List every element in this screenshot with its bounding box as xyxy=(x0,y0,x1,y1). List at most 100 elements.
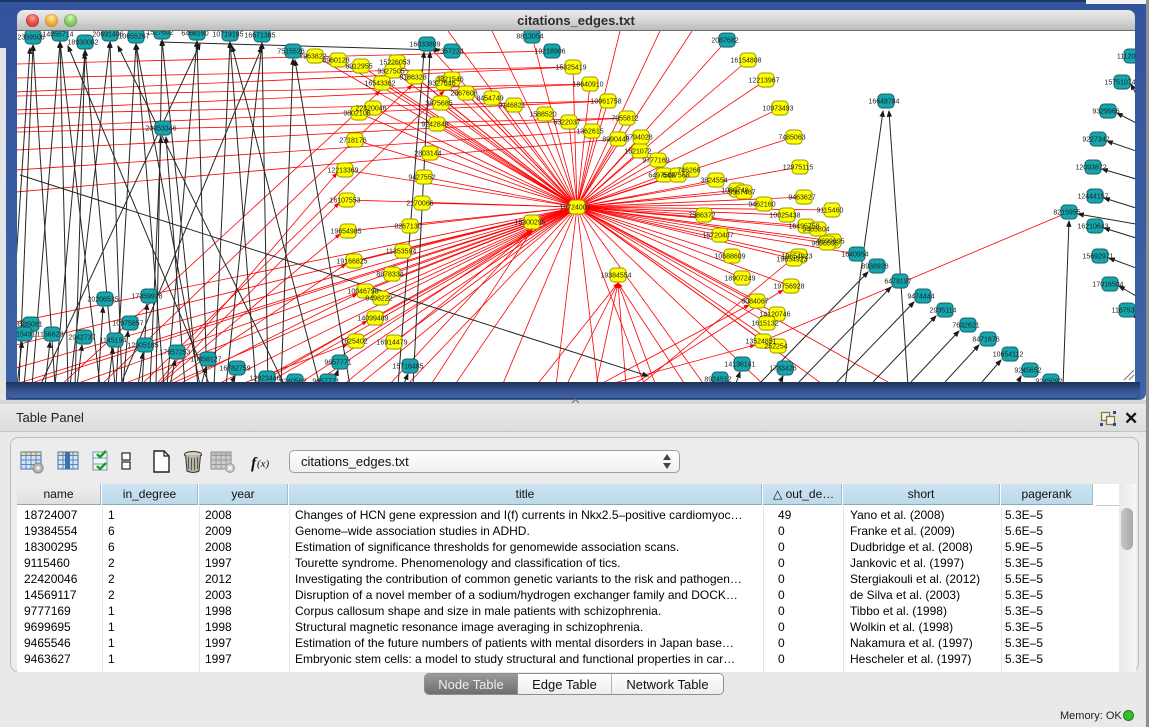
svg-text:9245652: 9245652 xyxy=(1014,368,1041,375)
svg-text:9463627: 9463627 xyxy=(788,195,815,202)
svg-text:12923446: 12923446 xyxy=(249,376,280,383)
svg-text:9462160: 9462160 xyxy=(748,202,775,209)
svg-text:12213967: 12213967 xyxy=(748,78,779,85)
svg-text:19654923: 19654923 xyxy=(776,257,807,264)
svg-text:9427552: 9427552 xyxy=(408,175,435,182)
svg-text:16648784: 16648784 xyxy=(868,99,899,106)
svg-text:16107553: 16107553 xyxy=(329,198,360,205)
svg-text:7357224: 7357224 xyxy=(436,49,463,56)
svg-text:8186328: 8186328 xyxy=(399,75,426,82)
svg-text:9367487: 9367487 xyxy=(728,190,755,197)
svg-text:2803144: 2803144 xyxy=(414,151,441,158)
svg-text:16914479: 16914479 xyxy=(376,340,407,347)
svg-text:10655267: 10655267 xyxy=(118,34,149,41)
svg-text:9657771: 9657771 xyxy=(324,360,351,367)
svg-text:12975115: 12975115 xyxy=(783,165,814,172)
svg-text:12213369: 12213369 xyxy=(327,168,358,175)
svg-text:8924512: 8924512 xyxy=(704,377,731,383)
svg-text:1733426: 1733426 xyxy=(769,366,796,373)
svg-text:1527602: 1527602 xyxy=(146,31,173,37)
svg-text:7955812: 7955812 xyxy=(611,116,638,123)
svg-text:6479197: 6479197 xyxy=(884,279,911,286)
svg-text:19654985: 19654985 xyxy=(330,229,361,236)
svg-text:15751074: 15751074 xyxy=(1104,80,1135,87)
svg-text:6794028: 6794028 xyxy=(625,135,652,142)
svg-text:6466160: 6466160 xyxy=(181,31,208,38)
svg-text:2170066: 2170066 xyxy=(406,201,433,208)
svg-text:8938928: 8938928 xyxy=(861,264,888,271)
svg-text:746266: 746266 xyxy=(677,168,700,175)
svg-text:1362615: 1362615 xyxy=(576,129,603,136)
svg-text:1615132: 1615132 xyxy=(751,321,778,328)
svg-text:19166825: 19166825 xyxy=(336,259,367,266)
svg-text:8535081: 8535081 xyxy=(17,322,43,329)
svg-text:11353594: 11353594 xyxy=(386,249,417,256)
svg-text:9245092: 9245092 xyxy=(1035,379,1062,383)
svg-text:16543362: 16543362 xyxy=(364,81,395,88)
svg-text:14120746: 14120746 xyxy=(759,312,790,319)
svg-text:1640954: 1640954 xyxy=(841,252,868,259)
svg-text:10958127: 10958127 xyxy=(190,357,221,364)
svg-text:9465804: 9465804 xyxy=(802,227,829,234)
svg-text:14136141: 14136141 xyxy=(724,362,755,369)
svg-text:9915491: 9915491 xyxy=(17,332,36,339)
svg-text:8912955: 8912955 xyxy=(345,64,372,71)
svg-text:252254: 252254 xyxy=(764,344,787,351)
svg-text:2935114: 2935114 xyxy=(930,308,957,315)
svg-text:3824554: 3824554 xyxy=(700,178,727,185)
svg-text:7625402: 7625402 xyxy=(340,339,367,346)
svg-text:9498222: 9498222 xyxy=(365,296,392,303)
svg-text:1621072: 1621072 xyxy=(624,149,651,156)
svg-text:20206535: 20206535 xyxy=(87,297,118,304)
svg-text:2867608: 2867608 xyxy=(450,91,477,98)
svg-text:18640910: 18640910 xyxy=(572,82,603,89)
svg-text:2087682: 2087682 xyxy=(711,38,738,45)
svg-text:8454749: 8454749 xyxy=(476,96,503,103)
svg-text:18724007: 18724007 xyxy=(559,205,590,212)
svg-text:7485063: 7485063 xyxy=(778,135,805,142)
svg-text:14055714: 14055714 xyxy=(42,32,73,39)
svg-text:19218906: 19218906 xyxy=(534,49,565,56)
svg-text:20053346: 20053346 xyxy=(145,126,176,133)
svg-text:8215955: 8215955 xyxy=(1053,210,1080,217)
svg-text:18300295: 18300295 xyxy=(514,220,545,227)
svg-text:10719185: 10719185 xyxy=(212,32,243,39)
svg-text:12444157: 12444157 xyxy=(1077,194,1108,201)
svg-text:9329966: 9329966 xyxy=(1092,109,1119,116)
svg-text:9240562: 9240562 xyxy=(279,379,306,383)
svg-text:15716485: 15716485 xyxy=(392,364,423,371)
svg-text:16210643: 16210643 xyxy=(1077,224,1108,231)
svg-text:12093872: 12093872 xyxy=(1075,165,1106,172)
svg-text:15325419: 15325419 xyxy=(555,65,586,72)
svg-text:8267130: 8267130 xyxy=(394,224,421,231)
svg-text:9696595: 9696595 xyxy=(811,241,838,248)
svg-text:17016504: 17016504 xyxy=(1092,282,1123,289)
svg-text:18907249: 18907249 xyxy=(724,276,755,283)
svg-text:3875685: 3875685 xyxy=(425,101,452,108)
svg-text:17957253: 17957253 xyxy=(159,350,190,357)
svg-text:10688609: 10688609 xyxy=(714,254,745,261)
svg-text:1167531: 1167531 xyxy=(1112,308,1135,315)
svg-text:9777169: 9777169 xyxy=(642,158,669,165)
svg-text:(x): (x) xyxy=(257,458,270,470)
svg-text:2359506: 2359506 xyxy=(17,35,44,42)
svg-text:9115460: 9115460 xyxy=(817,208,844,215)
svg-text:16033809: 16033809 xyxy=(409,42,440,49)
svg-text:18930062: 18930062 xyxy=(67,40,98,47)
svg-text:10025438: 10025438 xyxy=(769,213,800,220)
svg-text:6322037: 6322037 xyxy=(553,120,580,127)
svg-text:8878334: 8878334 xyxy=(376,272,403,279)
svg-text:2718176: 2718176 xyxy=(339,138,366,145)
svg-text:15692971: 15692971 xyxy=(1082,254,1113,261)
svg-text:16671385: 16671385 xyxy=(244,33,275,40)
svg-text:1112042: 1112042 xyxy=(1117,54,1135,61)
svg-text:14099489: 14099489 xyxy=(357,316,388,323)
svg-text:16154808: 16154808 xyxy=(730,58,761,65)
svg-text:8813054: 8813054 xyxy=(516,34,543,41)
svg-text:7386372: 7386372 xyxy=(688,213,715,220)
svg-text:10973493: 10973493 xyxy=(762,106,793,113)
svg-text:9146821: 9146821 xyxy=(498,103,525,110)
svg-text:3821546: 3821546 xyxy=(436,77,463,84)
svg-text:9084067: 9084067 xyxy=(741,299,768,306)
svg-text:15720407: 15720407 xyxy=(702,233,733,240)
